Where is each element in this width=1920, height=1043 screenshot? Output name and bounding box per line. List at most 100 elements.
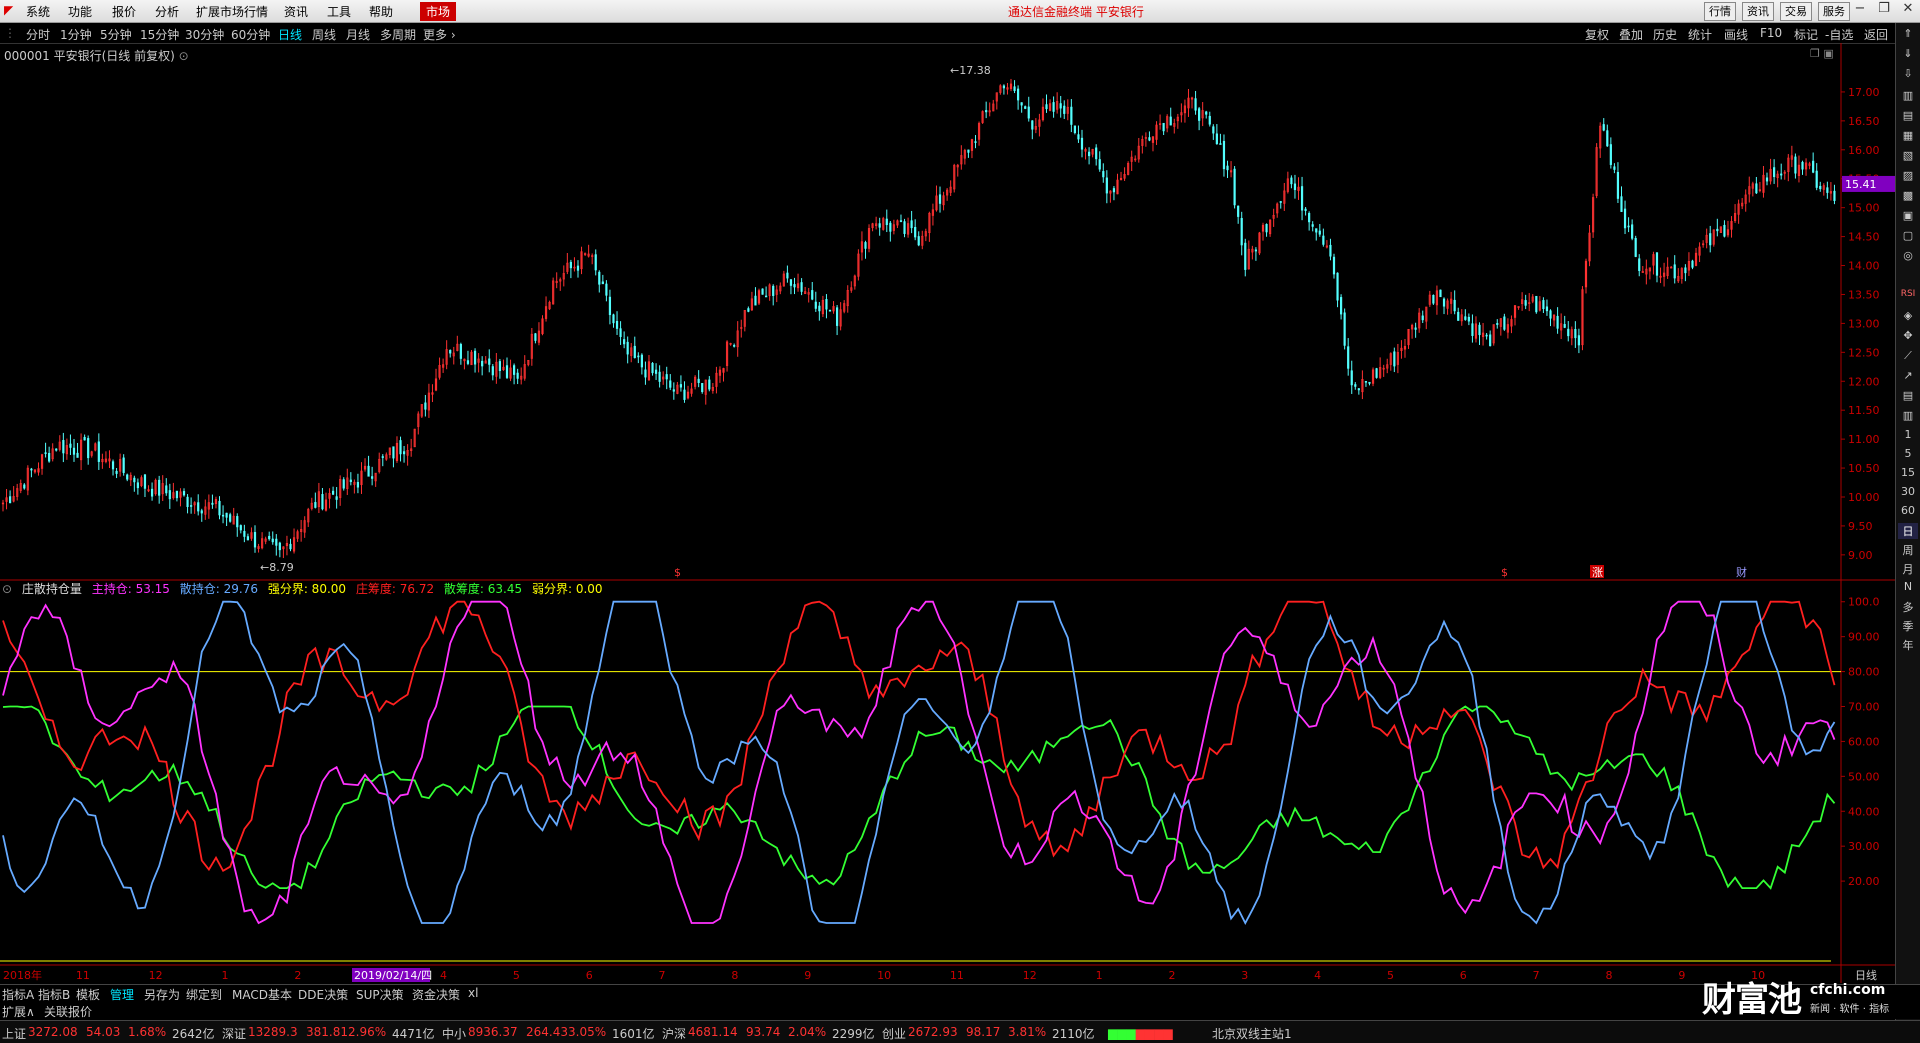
trend-icon[interactable]: ↗ [1898,369,1918,382]
tool-restore-rights[interactable]: 复权 [1585,26,1609,43]
trade-button[interactable]: 交易 [1780,2,1812,21]
server-status[interactable]: 北京双线主站1 [1212,1025,1292,1042]
tool-mark[interactable]: 标记 [1794,26,1818,43]
period-tab-5min[interactable]: 5分钟 [100,26,132,43]
index-change[interactable]: 93.74 [746,1025,780,1039]
index-change[interactable]: 54.03 [86,1025,120,1039]
service-button[interactable]: 服务 [1818,2,1850,21]
period-tab-15min[interactable]: 15分钟 [140,26,179,43]
bar-icon[interactable]: ▦ [1898,129,1918,142]
tool-drawing[interactable]: 画线 [1724,26,1748,43]
tool-statistics[interactable]: 统计 [1688,26,1712,43]
index-name[interactable]: 上证 [2,1025,26,1042]
index-name[interactable]: 创业 [882,1025,906,1042]
tab-indicator-b[interactable]: 指标B [38,986,70,1003]
period-n[interactable]: N [1898,580,1918,593]
index-percent[interactable]: 2.04% [788,1025,826,1039]
tab-dde[interactable]: DDE决策 [298,986,348,1003]
index-value[interactable]: 3272.08 [28,1025,78,1039]
title-dropdown-icon[interactable]: ⊙ [179,49,189,63]
period-tab-60min[interactable]: 60分钟 [231,26,270,43]
search-icon[interactable]: ◎ [1898,249,1918,262]
target-icon[interactable]: ◈ [1898,309,1918,322]
period-year[interactable]: 年 [1898,637,1918,653]
period-month[interactable]: 月 [1898,561,1918,577]
quote-button[interactable]: 行情 [1704,2,1736,21]
tab-save-as[interactable]: 另存为 [144,986,180,1003]
index-percent[interactable]: 1.68% [128,1025,166,1039]
menu-extended-market[interactable]: 扩展市场行情 [196,3,268,20]
index-volume[interactable]: 2299亿 [832,1025,875,1042]
period-tab-multi[interactable]: 多周期 [380,26,416,43]
period-quarter[interactable]: 季 [1898,618,1918,634]
close-icon[interactable]: ✕ [1896,1,1920,20]
restore-icon[interactable]: ❐ [1872,1,1896,20]
pane-maximize-icon[interactable]: ▣ [1823,47,1833,60]
stock-title[interactable]: 000001 平安银行(日线 前复权) ⊙ [4,47,189,64]
index-value[interactable]: 8936.37 [468,1025,518,1039]
kline-icon[interactable]: ▥ [1898,89,1918,102]
tool-overlay[interactable]: 叠加 [1619,26,1643,43]
index-change[interactable]: 98.17 [966,1025,1000,1039]
menu-system[interactable]: 系统 [26,3,50,20]
tab-fund[interactable]: 资金决策 [412,986,460,1003]
index-volume[interactable]: 2642亿 [172,1025,215,1042]
period-tab-monthly[interactable]: 月线 [346,26,370,43]
indicator-settings-icon[interactable]: ⊙ [2,582,12,596]
menu-market[interactable]: 市场 [420,2,457,21]
fund-icon[interactable]: ▨ [1898,169,1918,182]
minimize-icon[interactable]: − [1848,1,1872,20]
tab-related-quotes[interactable]: 关联报价 [44,1003,92,1020]
index-change[interactable]: 381.81 [306,1025,348,1039]
tool-history[interactable]: 历史 [1653,26,1677,43]
period-tab-1min[interactable]: 1分钟 [60,26,92,43]
index-name[interactable]: 沪深 [662,1025,686,1042]
menu-news[interactable]: 资讯 [284,3,308,20]
index-volume[interactable]: 1601亿 [612,1025,655,1042]
period-tab-weekly[interactable]: 周线 [312,26,336,43]
tab-sup[interactable]: SUP决策 [356,986,404,1003]
period-tab-30min[interactable]: 30分钟 [185,26,224,43]
period-week[interactable]: 周 [1898,542,1918,558]
chart-area[interactable]: 17.0016.5016.0015.5015.0014.5014.0013.50… [0,43,1895,983]
line-icon[interactable]: ⟋ [1898,349,1918,363]
arrow-down-icon[interactable]: ⇓ [1898,47,1918,60]
period-1min[interactable]: 1 [1898,428,1918,441]
chart-pane-controls[interactable]: ❐ ▣ [1810,47,1834,60]
tab-bind-to[interactable]: 绑定到 [186,986,222,1003]
index-percent[interactable]: 3.81% [1008,1025,1046,1039]
indicator-name[interactable]: 庄散持仓量 [22,582,82,596]
tick-icon[interactable]: ▤ [1898,109,1918,122]
index-percent[interactable]: 3.05% [568,1025,606,1039]
move-icon[interactable]: ✥ [1898,329,1918,342]
menu-analysis[interactable]: 分析 [155,3,179,20]
index-volume[interactable]: 4471亿 [392,1025,435,1042]
menu-quote[interactable]: 报价 [112,3,136,20]
menu-function[interactable]: 功能 [68,3,92,20]
tab-macd[interactable]: MACD基本 [232,986,292,1003]
index-value[interactable]: 4681.14 [688,1025,738,1039]
period-5min[interactable]: 5 [1898,447,1918,460]
index-name[interactable]: 深证 [222,1025,246,1042]
index-value[interactable]: 2672.93 [908,1025,958,1039]
period-multi[interactable]: 多 [1898,599,1918,615]
info-icon[interactable]: ▣ [1898,209,1918,222]
index-change[interactable]: 264.43 [526,1025,568,1039]
index-name[interactable]: 中小 [442,1025,466,1042]
index-volume[interactable]: 2110亿 [1052,1025,1095,1042]
tab-manage[interactable]: 管理 [110,986,134,1003]
period-tab-intraday[interactable]: 分时 [26,26,50,43]
period-day[interactable]: 日 [1898,523,1918,539]
chip-icon[interactable]: ▥ [1898,409,1918,422]
menu-tools[interactable]: 工具 [327,3,351,20]
period-tab-more[interactable]: 更多 › [423,26,456,43]
period-tab-daily[interactable]: 日线 [278,26,302,43]
period-15min[interactable]: 15 [1898,466,1918,479]
tab-xl[interactable]: xl [468,986,478,1000]
period-30min[interactable]: 30 [1898,485,1918,498]
index-value[interactable]: 13289.3 [248,1025,298,1039]
menu-help[interactable]: 帮助 [369,3,393,20]
tool-f10[interactable]: F10 [1760,26,1782,40]
tab-expand[interactable]: 扩展∧ [2,1003,35,1020]
pane-restore-icon[interactable]: ❐ [1810,47,1820,60]
